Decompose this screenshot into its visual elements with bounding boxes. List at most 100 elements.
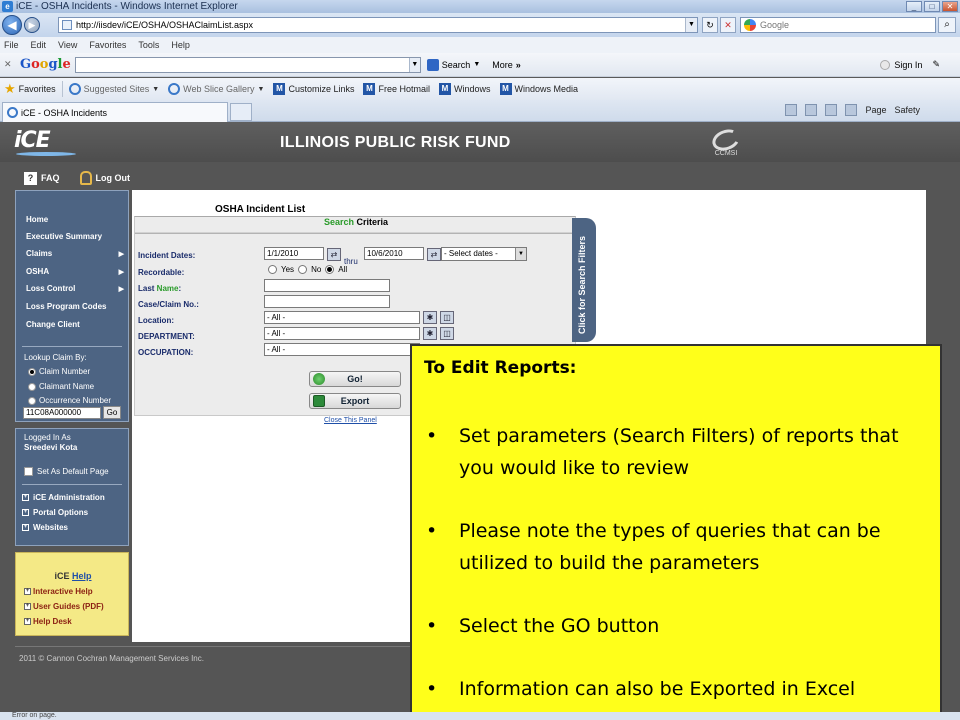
radio-claim-number[interactable]: Claim Number	[28, 367, 90, 376]
more-button[interactable]: More »	[492, 60, 521, 70]
clear-icon[interactable]: ◫	[440, 327, 454, 340]
date-from-input[interactable]: 1/1/2010	[264, 247, 324, 260]
fav-windows-media[interactable]: M Windows Media	[499, 83, 578, 95]
radio-claimant-name[interactable]: Claimant Name	[28, 382, 94, 391]
calendar-icon[interactable]: ⇄	[327, 248, 341, 261]
print-icon[interactable]	[845, 104, 858, 116]
web-search-input[interactable]: Google	[740, 17, 936, 33]
menu-view[interactable]: View	[58, 40, 77, 50]
fav-windows[interactable]: M Windows	[439, 83, 491, 95]
help-interactive[interactable]: + Interactive Help	[24, 587, 93, 596]
radio-occurrence-number[interactable]: Occurrence Number	[28, 396, 111, 405]
callout-list: Set parameters (Search Filters) of repor…	[424, 420, 924, 720]
search-filters-label: Click for Search Filters	[577, 235, 587, 334]
safety-menu[interactable]: Safety	[894, 105, 920, 115]
department-input[interactable]: - All -	[264, 327, 420, 340]
clear-icon[interactable]: ◫	[440, 311, 454, 324]
default-page-checkbox[interactable]: Set As Default Page	[24, 467, 109, 476]
menu-file[interactable]: File	[4, 40, 19, 50]
go-label: Go!	[347, 374, 363, 384]
feeds-icon[interactable]	[805, 104, 818, 116]
sign-in-button[interactable]: Sign In ✎	[880, 59, 940, 70]
help-desk[interactable]: + Help Desk	[24, 617, 72, 626]
case-claim-input[interactable]	[264, 295, 390, 308]
search-icon[interactable]: ⌕	[938, 17, 956, 33]
nav-osha[interactable]: OSHA ▶	[26, 267, 124, 276]
nav-loss-program-codes[interactable]: Loss Program Codes	[26, 302, 124, 311]
nav-loss-control[interactable]: Loss Control ▶	[26, 284, 124, 293]
tab-osha-incidents[interactable]: iCE - OSHA Incidents	[2, 102, 228, 122]
nav-claims[interactable]: Claims ▶	[26, 249, 124, 258]
menu-tools[interactable]: Tools	[138, 40, 159, 50]
stop-icon[interactable]: ✕	[720, 17, 736, 33]
address-dropdown-icon[interactable]: ▼	[685, 18, 697, 32]
close-panel-link[interactable]: Close This Panel	[324, 417, 377, 424]
divider	[135, 232, 577, 234]
mail-icon[interactable]	[825, 104, 838, 116]
maximize-icon[interactable]: □	[924, 1, 940, 12]
lock-icon[interactable]	[79, 171, 92, 185]
help-link[interactable]: Help	[72, 571, 92, 581]
address-field[interactable]: http://iisdev/iCE/OSHA/OSHAClaimList.asp…	[58, 17, 698, 33]
nav-change-client[interactable]: Change Client	[26, 320, 124, 329]
home-icon[interactable]	[785, 104, 798, 116]
status-bar: Error on page.	[0, 712, 960, 720]
google-dropdown-icon[interactable]: ▼	[408, 57, 420, 72]
favorites-label[interactable]: Favorites	[19, 84, 56, 94]
radio-all[interactable]	[325, 265, 335, 274]
nav-home[interactable]: Home	[26, 215, 124, 224]
fav-customize-links[interactable]: M Customize Links	[273, 83, 354, 95]
menu-help[interactable]: Help	[171, 40, 190, 50]
refresh-icon[interactable]: ↻	[702, 17, 718, 33]
radio-no[interactable]	[298, 265, 308, 274]
help-user-guides[interactable]: + User Guides (PDF)	[24, 602, 104, 611]
new-tab-button[interactable]	[230, 103, 252, 121]
tree-icon[interactable]: ✱	[423, 311, 437, 324]
fav-label: Customize Links	[288, 84, 355, 94]
export-button[interactable]: Export	[309, 393, 401, 409]
last-name-input[interactable]	[264, 279, 390, 292]
forward-button[interactable]: ▶	[24, 17, 40, 33]
radio-yes[interactable]	[268, 265, 277, 274]
expand-icon: +	[22, 509, 29, 516]
location-input[interactable]: - All -	[264, 311, 420, 324]
favorites-star-icon[interactable]: ★	[4, 81, 16, 97]
search-filters-tab[interactable]: Click for Search Filters	[572, 218, 596, 342]
claim-lookup-input[interactable]: 11C08A000000	[23, 407, 101, 419]
label-incident-dates: Incident Dates:	[138, 251, 196, 260]
expand-icon: +	[24, 588, 31, 595]
fav-web-slice-gallery[interactable]: Web Slice Gallery ▼	[168, 83, 264, 95]
fav-free-hotmail[interactable]: M Free Hotmail	[363, 83, 430, 95]
close-toolbar-icon[interactable]: ✕	[4, 59, 16, 70]
close-icon[interactable]: ✕	[942, 1, 958, 12]
link-portal-options[interactable]: + Portal Options	[22, 508, 88, 517]
tree-icon[interactable]: ✱	[423, 327, 437, 340]
page-menu[interactable]: Page	[865, 105, 886, 115]
radio-icon	[28, 382, 36, 391]
google-toolbar-input[interactable]: ▼	[74, 56, 421, 73]
back-button[interactable]: ◀	[2, 15, 22, 35]
logout-link[interactable]: Log Out	[96, 173, 131, 183]
help-icon[interactable]: ?	[24, 171, 37, 185]
menu-edit[interactable]: Edit	[31, 40, 47, 50]
google-search-button[interactable]: Search ▼	[426, 58, 480, 71]
date-to-input[interactable]: 10/6/2010	[364, 247, 424, 260]
faq-link[interactable]: FAQ	[41, 173, 60, 183]
claim-go-button[interactable]: Go	[103, 406, 121, 419]
wrench-icon[interactable]: ✎	[932, 59, 940, 70]
occupation-input[interactable]: - All -	[264, 343, 420, 356]
date-preset-select[interactable]: - Select dates - ▼	[441, 247, 527, 261]
minimize-icon[interactable]: _	[906, 1, 922, 12]
calendar-icon[interactable]: ⇄	[427, 248, 441, 261]
nav-executive-summary[interactable]: Executive Summary	[26, 232, 124, 241]
chevron-right-icon: ▶	[118, 286, 124, 293]
go-button[interactable]: Go!	[309, 371, 401, 387]
label-location: Location:	[138, 316, 174, 325]
fav-suggested-sites[interactable]: Suggested Sites ▼	[68, 83, 159, 95]
link-ice-administration[interactable]: + iCE Administration	[22, 493, 105, 502]
window-controls: _ □ ✕	[906, 1, 958, 12]
menu-favorites[interactable]: Favorites	[89, 40, 126, 50]
link-websites[interactable]: + Websites	[22, 523, 68, 532]
msn-icon: M	[439, 83, 451, 95]
label-last-name: Last Name:	[138, 284, 181, 293]
